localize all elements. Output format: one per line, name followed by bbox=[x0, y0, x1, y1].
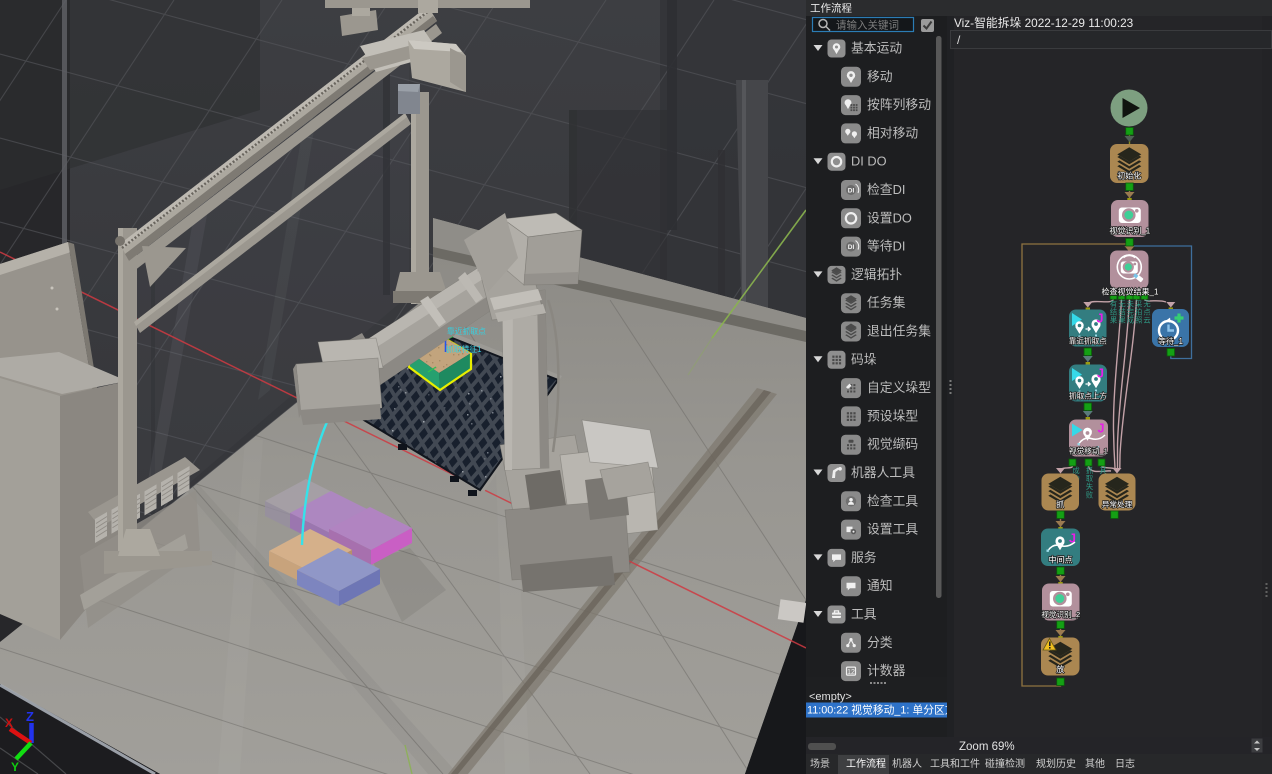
svg-text:抓取特征1: 抓取特征1 bbox=[446, 344, 482, 354]
svg-text:12: 12 bbox=[847, 669, 855, 676]
svg-text:等待_1: 等待_1 bbox=[1158, 336, 1183, 346]
svg-text:分类: 分类 bbox=[867, 635, 893, 650]
svg-text:按阵列移动: 按阵列移动 bbox=[867, 97, 931, 112]
svg-text:中间点: 中间点 bbox=[1049, 555, 1073, 565]
svg-text:检查工具: 检查工具 bbox=[867, 493, 918, 508]
svg-text:逻辑拓扑: 逻辑拓扑 bbox=[851, 267, 902, 282]
svg-text:移动: 移动 bbox=[867, 69, 893, 84]
svg-text:自定义垛型: 自定义垛型 bbox=[867, 380, 931, 395]
svg-text:场景: 场景 bbox=[810, 757, 830, 770]
svg-text:预设垛型: 预设垛型 bbox=[867, 408, 918, 423]
svg-text:码垛: 码垛 bbox=[851, 352, 877, 367]
svg-text:机器人工具: 机器人工具 bbox=[851, 465, 915, 480]
svg-text:任务集: 任务集 bbox=[867, 295, 906, 310]
svg-text:果: 果 bbox=[1118, 316, 1126, 325]
svg-text:Z: Z bbox=[26, 709, 34, 724]
svg-text:DI: DI bbox=[848, 188, 855, 195]
svg-text:果: 果 bbox=[1110, 316, 1118, 325]
svg-text:J: J bbox=[1097, 312, 1104, 326]
svg-text:J: J bbox=[1097, 367, 1104, 381]
svg-text:靠近抓取点: 靠近抓取点 bbox=[447, 326, 486, 336]
svg-text:抓取点上方: 抓取点上方 bbox=[1069, 391, 1107, 401]
svg-text:等待DI: 等待DI bbox=[867, 239, 905, 254]
svg-text:DI DO: DI DO bbox=[851, 154, 887, 169]
svg-text:工作流程: 工作流程 bbox=[810, 2, 852, 15]
svg-text:视觉移动_1: 视觉移动_1 bbox=[1069, 446, 1108, 456]
svg-text:<empty>: <empty> bbox=[809, 691, 852, 703]
svg-text:成: 成 bbox=[1127, 316, 1134, 325]
svg-text:机器人: 机器人 bbox=[892, 757, 922, 770]
svg-text:退出任务集: 退出任务集 bbox=[867, 324, 931, 339]
svg-text:云: 云 bbox=[1143, 316, 1150, 325]
svg-text:其他: 其他 bbox=[1085, 757, 1105, 770]
svg-text:靠近抓取点: 靠近抓取点 bbox=[1069, 336, 1107, 346]
svg-text:Viz-智能拆垛 2022-12-29 11:00:23: Viz-智能拆垛 2022-12-29 11:00:23 bbox=[954, 16, 1134, 30]
svg-text:11:00:22 视觉移动_1: 单分区方形: 11:00:22 视觉移动_1: 单分区方形 bbox=[807, 703, 967, 717]
svg-text:初始化: 初始化 bbox=[1117, 171, 1141, 181]
svg-text:请输入关键词: 请输入关键词 bbox=[836, 19, 899, 32]
svg-text:日志: 日志 bbox=[1115, 757, 1135, 770]
svg-text:放: 放 bbox=[1056, 664, 1064, 674]
svg-text:碰撞检测: 碰撞检测 bbox=[985, 757, 1025, 770]
svg-text:工作流程: 工作流程 bbox=[846, 757, 886, 770]
svg-text:规划历史: 规划历史 bbox=[1036, 757, 1076, 770]
svg-text:工具: 工具 bbox=[851, 607, 877, 622]
svg-text:设置DO: 设置DO bbox=[867, 210, 912, 225]
svg-text:相对移动: 相对移动 bbox=[867, 125, 918, 140]
svg-text:通知: 通知 bbox=[867, 578, 893, 593]
svg-text:DI: DI bbox=[848, 244, 855, 251]
svg-text:Zoom 69%: Zoom 69% bbox=[959, 741, 1015, 753]
svg-text:X: X bbox=[5, 716, 13, 730]
svg-text:败: 败 bbox=[1086, 490, 1094, 499]
svg-text:视觉缬码: 视觉缬码 bbox=[867, 437, 918, 452]
svg-text:设置工具: 设置工具 bbox=[867, 522, 918, 537]
svg-text:检查视觉结果_1: 检查视觉结果_1 bbox=[1102, 287, 1159, 297]
svg-text:异常处理: 异常处理 bbox=[1102, 499, 1133, 509]
svg-text:检查DI: 检查DI bbox=[867, 182, 905, 197]
svg-text:计数器: 计数器 bbox=[867, 663, 906, 678]
svg-text:工具和工件: 工具和工件 bbox=[930, 758, 980, 770]
svg-text:基本运动: 基本运动 bbox=[851, 41, 902, 56]
svg-text:照: 照 bbox=[1135, 316, 1142, 325]
svg-text:视觉识别_2: 视觉识别_2 bbox=[1041, 609, 1080, 619]
svg-text:J: J bbox=[1098, 422, 1105, 436]
svg-text:服务: 服务 bbox=[851, 550, 877, 565]
svg-text:Y: Y bbox=[11, 760, 19, 774]
svg-text:J: J bbox=[1069, 532, 1076, 546]
svg-text:视觉识别_1: 视觉识别_1 bbox=[1109, 226, 1150, 236]
svg-text:抓: 抓 bbox=[1056, 499, 1064, 509]
